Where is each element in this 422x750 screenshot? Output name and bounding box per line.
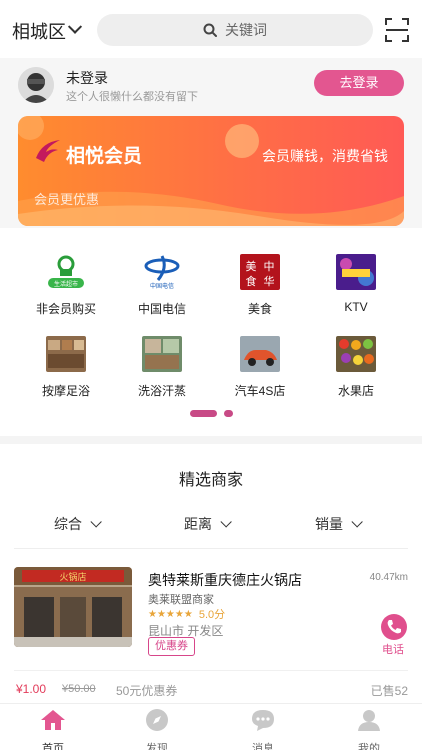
supermarket-icon: 生活超市 [48,255,84,288]
search-icon [203,23,217,37]
svg-text:中国电信: 中国电信 [150,282,174,290]
bottom-tab-bar: 首页 发现 消息 我的 [0,703,422,750]
login-button[interactable]: 去登录 [314,70,404,96]
svg-text:美: 美 [246,260,257,273]
avatar[interactable] [18,67,54,103]
user-name: 未登录 [66,70,108,86]
deal-price: ¥1.00 [16,682,47,696]
category-item-fruit[interactable]: 水果店 [306,336,406,399]
star-rating-icon: ★★★★★ [148,608,193,620]
tab-label: 消息 [252,743,274,750]
top-bar: 相城区 关键词 [0,0,422,58]
tab-messages[interactable]: 消息 [228,708,298,750]
brand-name: 相悦会员 [66,146,143,167]
brand-logo-icon [36,140,60,162]
bath-icon [142,336,182,372]
merchant-distance: 40.47km [369,572,408,583]
tab-label: 发现 [146,743,168,750]
divider [14,670,408,671]
svg-text:华: 华 [264,274,275,288]
user-signature: 这个人很懒什么都没有留下 [66,91,198,103]
category-grid: 生活超市 非会员购买 中国电信 中国电信 美 中 食 华 美食 KTV 按摩足浴… [0,238,422,408]
ktv-icon [336,254,376,290]
category-label: 水果店 [337,384,374,398]
sort-label: 综合 [54,516,82,532]
rating-score: 5.0分 [198,609,226,621]
original-price: ¥50.00 [62,683,96,695]
scan-icon[interactable] [385,18,409,42]
svg-text:中: 中 [264,260,275,273]
sort-bar: 综合 距离 销量 [0,514,422,538]
massage-icon [46,336,86,372]
compass-icon [146,709,168,731]
category-item-ktv[interactable]: KTV [306,254,406,314]
tab-mine[interactable]: 我的 [334,708,404,750]
section-title: 精选商家 [178,472,243,489]
category-item-bath[interactable]: 洗浴汗蒸 [112,336,212,399]
home-icon [41,710,65,730]
search-placeholder: 关键词 [225,22,267,38]
city-selector[interactable]: 相城区 [12,18,83,44]
category-item-massage[interactable]: 按摩足浴 [16,336,116,399]
car-icon [240,336,280,372]
merchant-image[interactable]: 火锅店 [14,567,132,647]
phone-button[interactable] [381,614,407,640]
fruit-icon [336,336,376,372]
deal-title: 50元优惠券 [116,684,178,698]
merchant-rating: ★★★★★ 5.0分 [148,606,225,622]
sort-comprehensive[interactable]: 综合 [54,514,102,534]
category-label: 美食 [247,302,272,316]
merchant-tag: 奥莱联盟商家 [148,594,214,606]
message-icon [252,710,274,731]
storefront-photo-icon: 火锅店 [14,567,132,647]
chevron-down-icon [351,516,363,528]
category-label: 洗浴汗蒸 [137,384,186,398]
chevron-down-icon [220,516,232,528]
category-item-supermarket[interactable]: 生活超市 非会员购买 [16,254,116,317]
profile-section: 未登录 这个人很懒什么都没有留下 去登录 相悦会员 会员赚钱，消费省钱 会员更优… [0,58,422,228]
city-label: 相城区 [12,22,66,42]
food-icon: 美 中 食 华 [240,254,280,290]
phone-icon [387,620,401,634]
banner-slogan: 会员赚钱，消费省钱 [262,148,388,164]
banner-wave-decoration [18,116,404,226]
china-telecom-icon: 中国电信 [144,255,180,290]
category-label: 中国电信 [137,302,186,316]
pager-dots [190,410,233,417]
category-label: 非会员购买 [35,302,96,316]
banner-subtitle: 会员更优惠 [34,192,100,207]
svg-text:生活超市: 生活超市 [54,280,78,288]
search-bar[interactable]: 关键词 [97,14,373,46]
chevron-down-icon [90,516,102,528]
tab-home[interactable]: 首页 [18,708,88,750]
deal-row[interactable]: ¥1.00 ¥50.00 50元优惠券 已售52 [0,682,422,702]
category-item-telecom[interactable]: 中国电信 中国电信 [112,254,212,317]
svg-text:食: 食 [246,274,257,288]
sort-sales[interactable]: 销量 [315,514,363,534]
membership-banner[interactable]: 相悦会员 会员赚钱，消费省钱 会员更优惠 [18,116,404,226]
coupon-badge[interactable]: 优惠券 [148,637,195,656]
merchant-name[interactable]: 奥特莱斯重庆德庄火锅店 [148,570,302,590]
sort-label: 距离 [184,516,212,532]
category-label: KTV [344,300,368,314]
divider [14,548,408,549]
avatar-image-icon [18,67,54,103]
pager-dot[interactable] [224,410,233,417]
section-divider [0,436,422,444]
sort-distance[interactable]: 距离 [184,514,232,534]
pager-dot-active[interactable] [190,410,217,417]
tab-label: 我的 [358,743,380,750]
tab-discover[interactable]: 发现 [122,708,192,750]
user-icon [358,710,380,731]
category-label: 按摩足浴 [41,384,90,398]
category-item-food[interactable]: 美 中 食 华 美食 [210,254,310,317]
svg-text:火锅店: 火锅店 [59,571,86,583]
category-label: 汽车4S店 [234,384,286,398]
sold-count: 已售52 [370,684,408,698]
chevron-down-icon [67,19,83,34]
tab-label: 首页 [42,743,64,750]
phone-label[interactable]: 电话 [382,641,404,657]
sort-label: 销量 [315,516,343,532]
category-item-car[interactable]: 汽车4S店 [210,336,310,399]
